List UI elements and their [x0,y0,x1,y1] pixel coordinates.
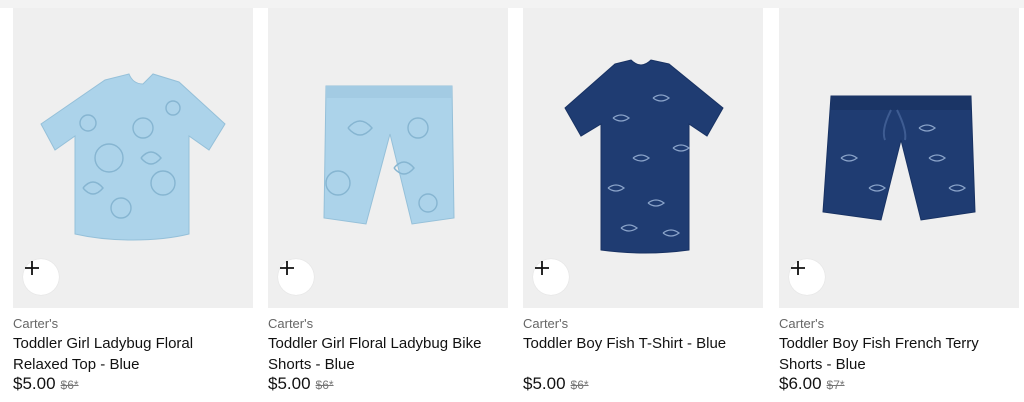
sale-price: $5.00 [268,374,311,393]
product-image-light-blue-floral-tshirt[interactable] [13,8,253,308]
add-to-cart-button[interactable] [23,259,59,295]
product-image-light-blue-floral-bike-shorts[interactable] [268,8,508,308]
product-title[interactable]: Toddler Boy Fish T-Shirt - Blue [523,333,759,354]
plus-icon [791,261,805,275]
plus-icon [25,261,39,275]
product-brand: Carter's [523,316,569,331]
plus-icon [280,261,294,275]
price-block: $5.00 $6* [523,374,589,394]
sale-price: $5.00 [523,374,566,393]
original-price: $6* [60,378,79,392]
sale-price: $5.00 [13,374,56,393]
add-to-cart-button[interactable] [278,259,314,295]
product-title[interactable]: Toddler Boy Fish French Terry Shorts - B… [779,333,1015,375]
product-brand: Carter's [13,316,59,331]
product-brand: Carter's [268,316,314,331]
product-card[interactable]: Carter's Toddler Girl Ladybug Floral Rel… [13,8,253,402]
original-price: $7* [826,378,845,392]
sale-price: $6.00 [779,374,822,393]
product-image-navy-fish-shorts[interactable] [779,8,1019,308]
price-block: $6.00 $7* [779,374,845,394]
product-brand: Carter's [779,316,825,331]
add-to-cart-button[interactable] [533,259,569,295]
original-price: $6* [570,378,589,392]
product-title[interactable]: Toddler Girl Floral Ladybug Bike Shorts … [268,333,504,375]
product-card[interactable]: Carter's Toddler Boy Fish French Terry S… [779,8,1019,402]
product-title[interactable]: Toddler Girl Ladybug Floral Relaxed Top … [13,333,249,375]
original-price: $6* [315,378,334,392]
price-block: $5.00 $6* [13,374,79,394]
add-to-cart-button[interactable] [789,259,825,295]
product-card[interactable]: Carter's Toddler Girl Floral Ladybug Bik… [268,8,508,402]
product-card[interactable]: Carter's Toddler Boy Fish T-Shirt - Blue… [523,8,763,402]
product-grid: Carter's Toddler Girl Ladybug Floral Rel… [0,8,1024,402]
previous-row-edge [0,0,1024,8]
product-image-navy-fish-tshirt[interactable] [523,8,763,308]
plus-icon [535,261,549,275]
price-block: $5.00 $6* [268,374,334,394]
